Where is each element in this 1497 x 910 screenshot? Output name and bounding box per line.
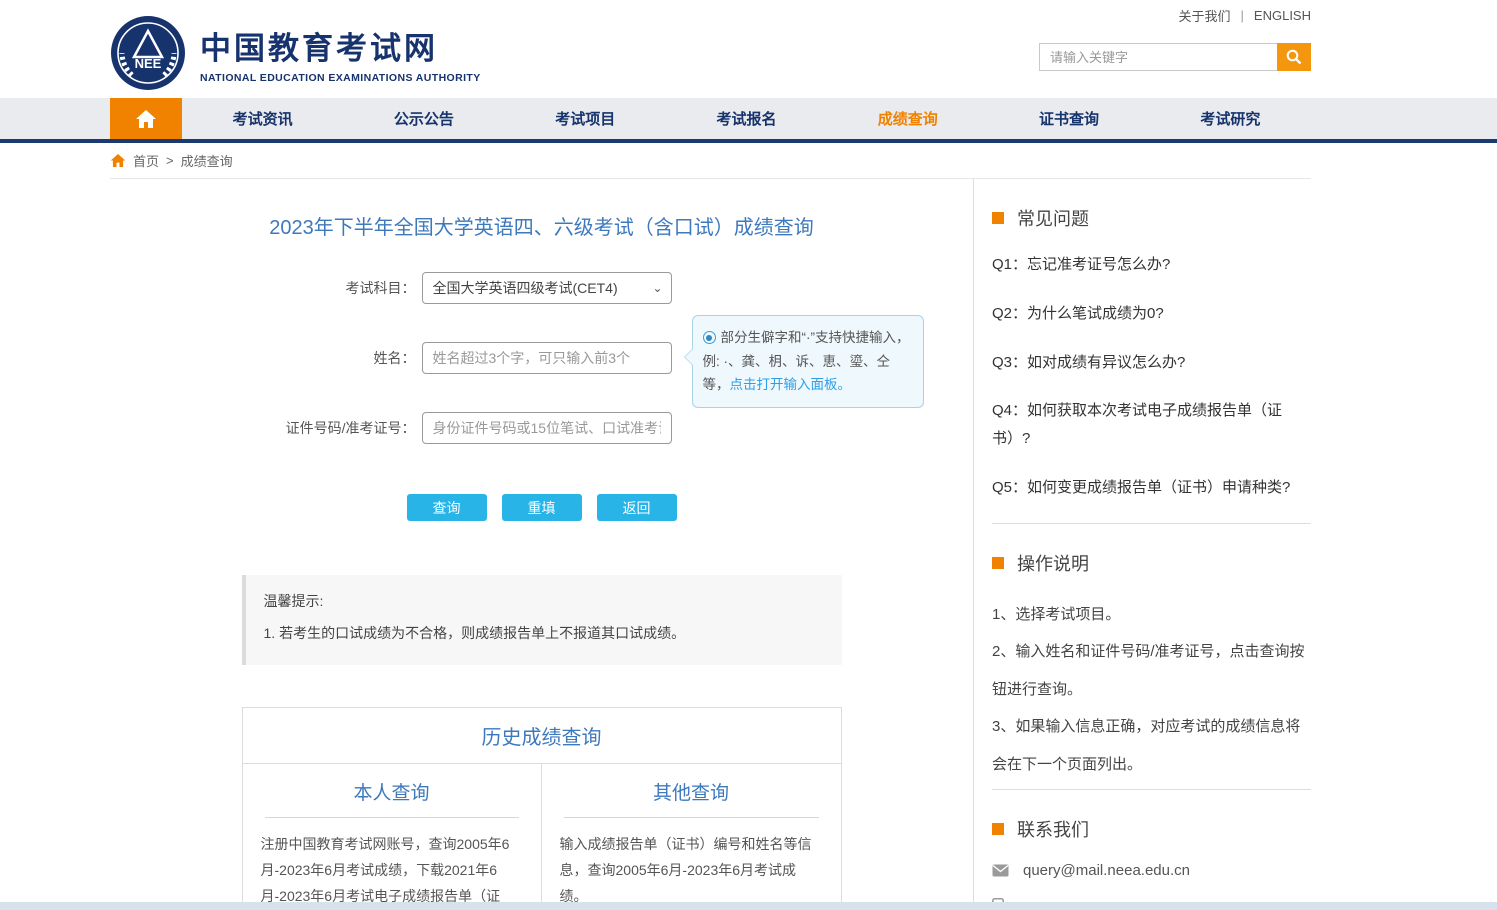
logo-text: 中国教育考试网 NATIONAL EDUCATION EXAMINATIONS … (200, 23, 481, 84)
breadcrumb-separator: > (166, 153, 174, 168)
history-query-title: 历史成绩查询 (243, 708, 841, 764)
orange-square-icon (992, 212, 1004, 224)
nav-item-score-query[interactable]: 成绩查询 (827, 98, 988, 139)
instruction-step-1: 1、选择考试项目。 (992, 596, 1311, 634)
faq-item-q3[interactable]: Q3：如对成绩有异议怎么办? (992, 349, 1311, 377)
faq-section-title: 常见问题 (992, 205, 1311, 231)
faq-item-q1[interactable]: Q1：忘记准考证号怎么办? (992, 251, 1311, 279)
nav-item-exam-programs[interactable]: 考试项目 (505, 98, 666, 139)
footer-strip (0, 902, 1497, 910)
mail-icon (992, 864, 1009, 877)
top-links: 关于我们 | ENGLISH (1179, 6, 1311, 25)
nav-item-exam-research[interactable]: 考试研究 (1150, 98, 1311, 139)
site-title: 中国教育考试网 (200, 23, 481, 68)
search-icon (1285, 48, 1303, 66)
other-query-panel: 其他查询 输入成绩报告单（证书）编号和姓名等信息，查询2005年6月-2023年… (542, 764, 841, 902)
faq-section: 常见问题 Q1：忘记准考证号怎么办? Q2：为什么笔试成绩为0? Q3：如对成绩… (992, 179, 1311, 524)
faq-item-q4[interactable]: Q4：如何获取本次考试电子成绩报告单（证书）? (992, 397, 1311, 453)
search-box (1039, 43, 1311, 71)
search-button[interactable] (1277, 43, 1311, 71)
warm-tips-box: 温馨提示: 1. 若考生的口试成绩为不合格，则成绩报告单上不报道其口试成绩。 (242, 575, 842, 665)
neea-emblem-icon: NEE (110, 15, 186, 91)
exam-subject-value: 全国大学英语四级考试(CET4) (433, 278, 618, 298)
id-row: 证件号码/准考证号： (242, 412, 842, 444)
nav-item-exam-registration[interactable]: 考试报名 (666, 98, 827, 139)
self-query-text: 注册中国教育考试网账号，查询2005年6月-2023年6月考试成绩，下载2021… (261, 832, 523, 902)
subject-row: 考试科目： 全国大学英语四级考试(CET4) ⌄ (242, 272, 842, 304)
contact-section: 联系我们 query@mail.neea.edu.cn 010-83020302 (992, 790, 1311, 902)
breadcrumb-current[interactable]: 成绩查询 (181, 151, 233, 170)
id-label: 证件号码/准考证号： (242, 418, 422, 438)
breadcrumb-home-icon (110, 153, 126, 168)
logo: NEE 中国教育考试网 NATIONAL EDUCATION EXAMINATI… (110, 0, 481, 98)
radio-selected-icon (703, 331, 716, 344)
form-buttons: 查询 重填 返回 (242, 494, 842, 521)
breadcrumb-home-link[interactable]: 首页 (133, 151, 159, 170)
orange-square-icon (992, 557, 1004, 569)
name-input[interactable] (422, 342, 672, 374)
instructions-section-title: 操作说明 (992, 550, 1311, 576)
sidebar: 常见问题 Q1：忘记准考证号怎么办? Q2：为什么笔试成绩为0? Q3：如对成绩… (973, 179, 1311, 902)
name-label: 姓名： (242, 348, 422, 368)
breadcrumb: 首页 > 成绩查询 (110, 143, 1311, 179)
instruction-step-2: 2、输入姓名和证件号码/准考证号，点击查询按钮进行查询。 (992, 633, 1311, 708)
exam-subject-select[interactable]: 全国大学英语四级考试(CET4) ⌄ (422, 272, 672, 304)
chevron-down-icon: ⌄ (652, 281, 662, 295)
rare-character-tooltip: 部分生僻字和“·”支持快捷输入，例: ·、龚、枂、诉、恵、瑬、仝等，点击打开输入… (692, 315, 924, 408)
subject-label: 考试科目： (242, 278, 422, 298)
open-input-panel-link[interactable]: 点击打开输入面板。 (730, 377, 852, 392)
content: 2023年下半年全国大学英语四、六级考试（含口试）成绩查询 考试科目： 全国大学… (110, 179, 1311, 902)
site-header: NEE 中国教育考试网 NATIONAL EDUCATION EXAMINATI… (0, 0, 1497, 98)
self-query-panel: 本人查询 注册中国教育考试网账号，查询2005年6月-2023年6月考试成绩，下… (243, 764, 542, 902)
reset-button[interactable]: 重填 (502, 494, 582, 521)
id-number-input[interactable] (422, 412, 672, 444)
page: NEE 中国教育考试网 NATIONAL EDUCATION EXAMINATI… (0, 0, 1497, 910)
emblem-text: NEE (135, 56, 162, 71)
contact-section-title: 联系我们 (992, 816, 1311, 842)
link-separator: | (1241, 8, 1244, 23)
faq-item-q2[interactable]: Q2：为什么笔试成绩为0? (992, 300, 1311, 328)
query-button[interactable]: 查询 (407, 494, 487, 521)
nav-home-button[interactable] (110, 98, 182, 139)
warm-tips-item: 1. 若考生的口试成绩为不合格，则成绩报告单上不报道其口试成绩。 (264, 623, 824, 643)
other-query-title: 其他查询 (564, 778, 819, 818)
warm-tips-title: 温馨提示: (264, 591, 824, 611)
nav-item-certificate-query[interactable]: 证书查询 (988, 98, 1149, 139)
orange-square-icon (992, 823, 1004, 835)
instructions-section: 操作说明 1、选择考试项目。 2、输入姓名和证件号码/准考证号，点击查询按钮进行… (992, 524, 1311, 791)
about-us-link[interactable]: 关于我们 (1179, 6, 1231, 25)
main-column: 2023年下半年全国大学英语四、六级考试（含口试）成绩查询 考试科目： 全国大学… (110, 179, 973, 902)
nav-item-announcements[interactable]: 公示公告 (343, 98, 504, 139)
search-input[interactable] (1039, 43, 1277, 71)
instruction-step-3: 3、如果输入信息正确，对应考试的成绩信息将会在下一个页面列出。 (992, 708, 1311, 783)
self-query-title: 本人查询 (265, 778, 519, 818)
back-button[interactable]: 返回 (597, 494, 677, 521)
nav-item-exam-news[interactable]: 考试资讯 (182, 98, 343, 139)
site-subtitle: NATIONAL EDUCATION EXAMINATIONS AUTHORIT… (200, 72, 481, 84)
home-icon (135, 109, 157, 129)
contact-email-text: query@mail.neea.edu.cn (1023, 862, 1190, 879)
english-link[interactable]: ENGLISH (1254, 8, 1311, 23)
main-nav: 考试资讯 公示公告 考试项目 考试报名 成绩查询 证书查询 考试研究 (0, 98, 1497, 143)
contact-email: query@mail.neea.edu.cn (992, 862, 1311, 879)
faq-item-q5[interactable]: Q5：如何变更成绩报告单（证书）申请种类? (992, 474, 1311, 502)
page-title: 2023年下半年全国大学英语四、六级考试（含口试）成绩查询 (242, 211, 842, 240)
score-query-form: 考试科目： 全国大学英语四级考试(CET4) ⌄ 姓名： 部分生僻字和“·”支持… (242, 272, 842, 521)
history-query-box: 历史成绩查询 本人查询 注册中国教育考试网账号，查询2005年6月-2023年6… (242, 707, 842, 902)
other-query-text: 输入成绩报告单（证书）编号和姓名等信息，查询2005年6月-2023年6月考试成… (560, 832, 823, 902)
name-row: 姓名： 部分生僻字和“·”支持快捷输入，例: ·、龚、枂、诉、恵、瑬、仝等，点击… (242, 342, 842, 374)
header-right: 关于我们 | ENGLISH (1039, 0, 1311, 98)
